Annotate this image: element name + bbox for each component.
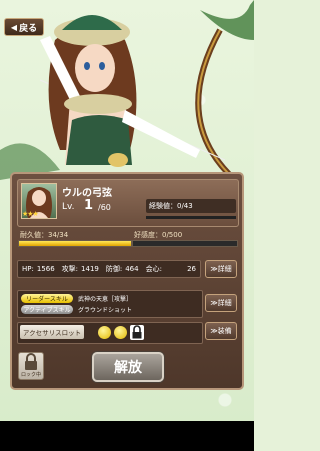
crit-value: 26 [187, 265, 196, 273]
skill-detail-button[interactable]: ≫詳細 [205, 294, 237, 312]
lock-button-label: ロック中 [20, 372, 41, 378]
affinity-bar [132, 240, 238, 247]
active-skill-tag: アクティブスキル [21, 305, 73, 314]
accessory-slot-3-locked[interactable] [130, 325, 144, 340]
unit-info-panel: ★★★ ウルの弓弦 Lv. 1 /60 経験値：0/43 耐久値：34/34 好… [10, 172, 244, 390]
atk-value: 1419 [81, 265, 99, 273]
accessory-slot-1[interactable] [98, 326, 111, 339]
game-screen: ◀ 戻る ★★★ ウルの弓弦 Lv. 1 /60 経験値：0/43 耐久値：34… [0, 0, 254, 451]
atk-label: 攻撃: [61, 265, 79, 273]
unit-name-card: ★★★ ウルの弓弦 Lv. 1 /60 経験値：0/43 [17, 179, 239, 227]
unit-portrait[interactable]: ★★★ [21, 183, 57, 219]
rarity-stars: ★★★ [22, 210, 39, 218]
leader-skill-name: 武神の天恵［攻撃］ [78, 296, 133, 303]
durability-bar [18, 240, 132, 247]
accessory-slot-2[interactable] [114, 326, 127, 339]
hp-label: HP: [22, 265, 34, 273]
lock-button[interactable]: ロック中 [18, 352, 44, 380]
skill-box: リーダースキル 武神の天恵［攻撃］ アクティブスキル グラウンドショット [17, 290, 203, 318]
durability-bar-fill [19, 241, 131, 246]
active-skill-name: グラウンドショット [78, 307, 133, 314]
equip-button[interactable]: ≫装備 [205, 322, 237, 340]
padlock-icon [25, 353, 37, 370]
exp-text: 経験値：0/43 [149, 202, 193, 210]
stats-detail-button[interactable]: ≫詳細 [205, 260, 237, 278]
level-value: 1 [84, 198, 94, 213]
back-button[interactable]: ◀ 戻る [4, 18, 44, 36]
def-label: 防御: [105, 265, 123, 273]
level-label: Lv. [62, 202, 75, 212]
exp-bar [146, 216, 236, 219]
durability-label: 耐久値：34/34 [20, 231, 69, 239]
hp-value: 1566 [36, 265, 55, 273]
back-arrow-icon: ◀ [10, 22, 18, 32]
level-max: /60 [98, 203, 111, 212]
accessory-box: アクセサリスロット [17, 322, 203, 344]
release-button[interactable]: 解放 [92, 352, 164, 382]
bottom-bar [0, 421, 254, 451]
unit-name: ウルの弓弦 [62, 188, 112, 199]
accessory-slot-label: アクセサリスロット [20, 325, 84, 339]
crit-label: 会心: [145, 265, 162, 273]
def-value: 464 [125, 265, 139, 273]
stats-box: HP: 1566 攻撃: 1419 防御: 464 会心: 26 [17, 260, 201, 278]
lock-icon [132, 325, 142, 339]
leader-skill-tag: リーダースキル [21, 294, 73, 303]
affinity-label: 好感度：0/500 [134, 231, 183, 239]
back-button-label: 戻る [19, 23, 38, 34]
